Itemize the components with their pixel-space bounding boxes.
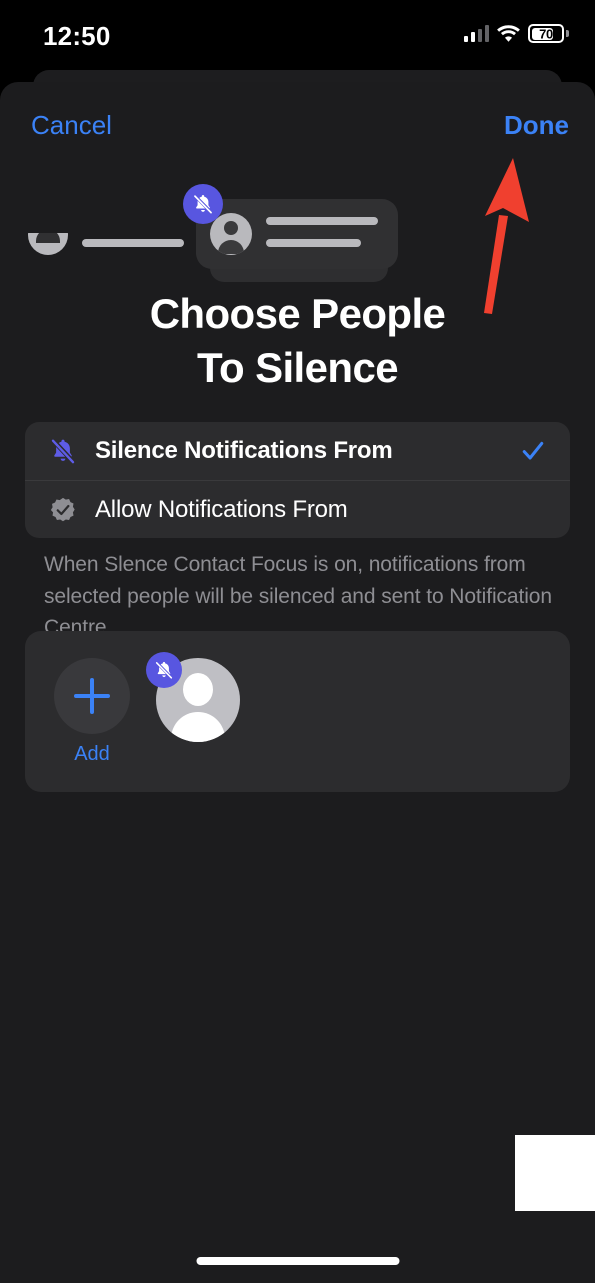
battery-icon: 70 [528, 24, 569, 43]
iphone-screen: 12:50 70 Cancel Done Choose People To Si… [0, 0, 595, 1283]
selected-contact-item[interactable] [146, 652, 240, 742]
illustration-avatar-partial-icon [28, 233, 68, 257]
bell-slash-icon [183, 184, 223, 224]
done-button[interactable]: Done [504, 110, 569, 141]
option-label: Silence Notifications From [95, 437, 393, 464]
option-silence-notifications-from[interactable]: Silence Notifications From [25, 422, 570, 480]
sheet-navigation-bar: Cancel Done [0, 110, 595, 150]
page-title: Choose People To Silence [0, 287, 595, 395]
options-description: When Slence Contact Focus is on, notific… [44, 553, 552, 639]
checkmark-placeholder [518, 495, 548, 525]
white-overlay-block [515, 1135, 595, 1211]
checkmark-icon [518, 436, 548, 466]
notification-card-front [196, 199, 398, 269]
illustration-text-line [266, 217, 378, 225]
status-bar-indicators: 70 [463, 24, 569, 43]
selected-people-card: Add [25, 631, 570, 792]
silenced-notification-illustration [0, 177, 595, 287]
option-allow-notifications-from[interactable]: Allow Notifications From [25, 480, 570, 538]
add-person-button[interactable] [54, 658, 130, 734]
bell-slash-icon [49, 437, 83, 465]
add-person-control[interactable]: Add [54, 658, 130, 766]
choose-people-sheet: Cancel Done Choose People To Silence Sil… [0, 82, 595, 1283]
page-title-line-1: Choose People [149, 290, 446, 337]
home-indicator[interactable] [196, 1257, 399, 1265]
cancel-button[interactable]: Cancel [31, 110, 112, 141]
status-bar-time: 12:50 [43, 21, 111, 51]
illustration-text-line [266, 239, 361, 247]
notification-mode-options: Silence Notifications From Allow Notific… [25, 422, 570, 538]
status-bar: 12:50 70 [0, 0, 595, 70]
plus-icon [74, 678, 110, 714]
wifi-icon [497, 25, 520, 42]
bell-slash-icon [146, 652, 182, 688]
page-title-line-2: To Silence [197, 343, 399, 391]
battery-level-text: 70 [539, 26, 553, 41]
badge-check-icon [49, 496, 83, 524]
illustration-avatar-icon [210, 213, 252, 255]
cellular-signal-icon [463, 25, 489, 42]
option-label: Allow Notifications From [95, 495, 348, 523]
add-person-label: Add [74, 743, 110, 765]
illustration-text-line [82, 239, 184, 247]
